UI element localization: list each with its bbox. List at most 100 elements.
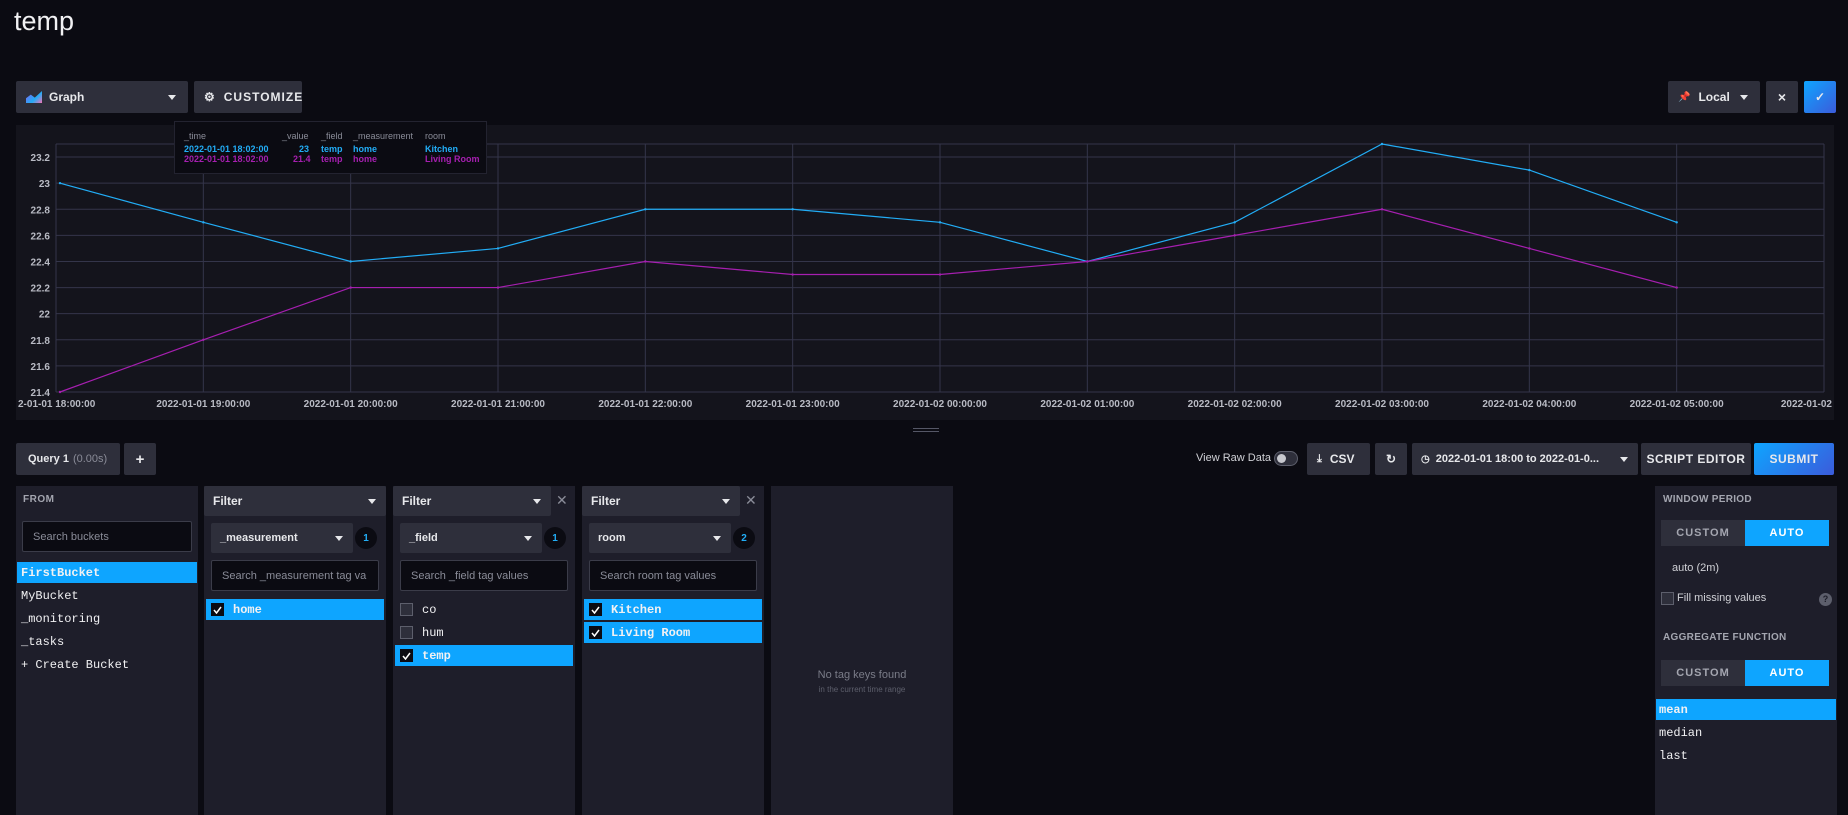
data-point — [202, 221, 205, 224]
y-tick-label: 22.4 — [31, 257, 51, 268]
tooltip-row-room: Living Room — [425, 154, 480, 164]
timezone-dropdown[interactable]: 📌 Local — [1668, 81, 1760, 113]
tag-key-dropdown[interactable]: _field — [400, 523, 542, 553]
fill-missing-checkbox[interactable] — [1661, 592, 1674, 605]
bucket-item[interactable]: _monitoring — [17, 608, 197, 629]
pin-icon: 📌 — [1678, 91, 1691, 103]
x-tick-label: 2022-01-01 21:00:00 — [451, 399, 545, 410]
tag-value-item[interactable]: co — [395, 599, 573, 620]
data-point — [349, 260, 352, 263]
aggregate-function-item[interactable]: median — [1656, 722, 1836, 743]
customize-button[interactable]: ⚙ CUSTOMIZE — [194, 81, 302, 113]
filter-function-dropdown[interactable]: Filter — [393, 486, 551, 516]
query-time: (0.00s) — [72, 453, 108, 465]
tag-value-item[interactable]: home — [206, 599, 384, 620]
data-point — [58, 390, 62, 394]
filter-title: Filter — [402, 494, 432, 508]
tag-key-label: room — [598, 532, 626, 544]
data-point — [938, 273, 942, 276]
filter-title: Filter — [213, 494, 243, 508]
submit-label: SUBMIT — [1769, 452, 1819, 466]
y-tick-label: 21.8 — [31, 336, 51, 347]
aggregate-function-item[interactable]: mean — [1656, 699, 1836, 720]
help-icon[interactable]: ? — [1819, 593, 1832, 606]
tag-value-label: Living Room — [611, 625, 691, 640]
script-editor-label: SCRIPT EDITOR — [1646, 452, 1746, 466]
view-raw-data-toggle[interactable] — [1274, 451, 1298, 466]
tooltip-row-time: 2022-01-01 18:02:00 — [184, 154, 269, 164]
data-point — [1233, 234, 1236, 237]
window-custom-button[interactable]: CUSTOM — [1661, 520, 1745, 546]
save-button[interactable]: ✓ — [1804, 81, 1836, 113]
add-query-button[interactable]: + — [124, 443, 156, 475]
tag-value-search-input[interactable]: Search _measurement tag va — [211, 560, 379, 591]
y-tick-label: 21.6 — [31, 362, 51, 373]
y-tick-label: 22.2 — [31, 284, 51, 295]
tag-key-dropdown[interactable]: room — [589, 523, 731, 553]
bucket-item[interactable]: _tasks — [17, 631, 197, 652]
selected-count-badge: 1 — [544, 527, 566, 549]
create-bucket-link[interactable]: + Create Bucket — [17, 654, 197, 675]
chevron-down-icon — [524, 536, 532, 541]
tag-value-item[interactable]: Living Room — [584, 622, 762, 643]
refresh-icon: ↻ — [1385, 452, 1397, 466]
customize-label: CUSTOMIZE — [223, 90, 304, 104]
plus-icon: + — [135, 450, 145, 468]
y-tick-label: 23 — [39, 179, 51, 190]
aggregate-function-item[interactable]: last — [1656, 745, 1836, 766]
refresh-button[interactable]: ↻ — [1375, 443, 1407, 475]
tag-value-item[interactable]: Kitchen — [584, 599, 762, 620]
remove-filter-close-icon[interactable]: ✕ — [556, 492, 568, 509]
resize-handle[interactable] — [913, 428, 939, 429]
checkbox-checked-icon — [400, 649, 413, 662]
aggregate-custom-button[interactable]: CUSTOM — [1661, 660, 1745, 686]
tag-value-search-input[interactable]: Search _field tag values — [400, 560, 568, 591]
data-point — [496, 286, 500, 289]
remove-filter-close-icon[interactable]: ✕ — [745, 492, 757, 509]
graph-type-dropdown[interactable]: Graph — [16, 81, 188, 113]
check-icon: ✓ — [1814, 90, 1826, 104]
tag-value-label: home — [233, 602, 262, 617]
tag-key-label: _measurement — [220, 532, 298, 544]
x-tick-label: 2022-01-01 19:00:00 — [156, 399, 250, 410]
y-tick-label: 22.6 — [31, 231, 51, 242]
chevron-down-icon — [335, 536, 343, 541]
checkbox-icon — [400, 603, 413, 616]
data-point — [496, 247, 500, 250]
data-point — [202, 338, 205, 341]
data-point — [349, 286, 352, 289]
cancel-button[interactable]: × — [1766, 81, 1798, 113]
x-tick-label: 2022-01-02 05:00:00 — [1630, 399, 1724, 410]
data-point — [58, 181, 62, 185]
tag-key-dropdown[interactable]: _measurement — [211, 523, 353, 553]
window-auto-button[interactable]: AUTO — [1745, 520, 1829, 546]
bucket-search-input[interactable]: Search buckets — [22, 521, 192, 552]
tag-value-label: Kitchen — [611, 602, 662, 617]
submit-button[interactable]: SUBMIT — [1754, 443, 1834, 475]
hover-tooltip: _time _value _field _measurement room 20… — [174, 121, 487, 174]
chevron-down-icon — [713, 536, 721, 541]
tag-value-item[interactable]: temp — [395, 645, 573, 666]
time-range-dropdown[interactable]: ◷ 2022-01-01 18:00 to 2022-01-0... — [1412, 443, 1638, 475]
csv-label: CSV — [1329, 452, 1355, 466]
filter-function-dropdown[interactable]: Filter — [582, 486, 740, 516]
tag-value-search-input[interactable]: Search room tag values — [589, 560, 757, 591]
tag-value-item[interactable]: hum — [395, 622, 573, 643]
graph-icon — [26, 91, 42, 103]
aggregate-auto-button[interactable]: AUTO — [1745, 660, 1829, 686]
auto-window-value: auto (2m) — [1672, 562, 1720, 574]
data-point — [1528, 168, 1531, 172]
data-point — [1675, 286, 1678, 289]
bucket-item[interactable]: FirstBucket — [17, 562, 197, 583]
tab-query-1[interactable]: Query 1 (0.00s) — [16, 443, 120, 475]
script-editor-button[interactable]: SCRIPT EDITOR — [1641, 443, 1751, 475]
csv-download-button[interactable]: ⤓ CSV — [1307, 443, 1370, 475]
checkbox-checked-icon — [211, 603, 224, 616]
x-tick-label: 2022-01-02 — [1781, 399, 1833, 410]
chevron-down-icon — [1740, 95, 1748, 100]
data-point — [1380, 142, 1384, 146]
from-panel: FROM Search buckets FirstBucket MyBucket… — [16, 486, 198, 815]
filter-function-dropdown[interactable]: Filter — [204, 486, 386, 516]
bucket-item[interactable]: MyBucket — [17, 585, 197, 606]
empty-message: No tag keys found — [817, 669, 907, 681]
